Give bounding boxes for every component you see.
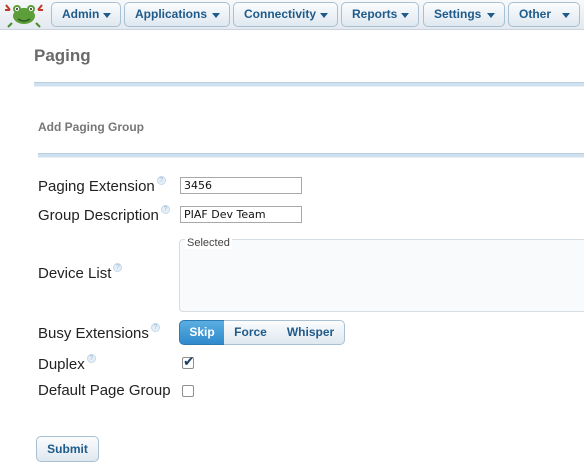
nav-menu-admin-label: Admin [62,7,100,21]
group-description-label-text: Group Description [38,207,159,224]
nav-menu-applications[interactable]: Applications [124,2,230,27]
device-list-legend: Selected [185,237,232,249]
nav-menu-connectivity-label: Connectivity [244,7,317,21]
nav-menu-reports[interactable]: Reports [341,2,419,27]
default-page-group-checkbox[interactable] [182,385,194,397]
caret-down-icon [320,13,328,18]
group-description-input[interactable] [180,206,302,223]
section-title: Add Paging Group [38,120,144,134]
paging-extension-label: Paging Extension? [38,176,166,195]
help-icon[interactable]: ? [156,176,166,185]
nav-menu-settings-label: Settings [434,7,482,21]
help-icon[interactable]: ? [86,354,96,363]
nav-menu-settings[interactable]: Settings [423,2,505,27]
frog-logo-icon[interactable] [2,1,46,28]
nav-menu-applications-label: Applications [135,7,208,21]
device-list-label: Device List? [38,263,123,282]
nav-menu-admin[interactable]: Admin [51,2,121,27]
group-description-label: Group Description? [38,205,170,224]
nav-menu-connectivity[interactable]: Connectivity [233,2,338,27]
nav-menu-reports-label: Reports [352,7,398,21]
help-icon[interactable]: ? [160,205,170,214]
busy-option-force[interactable]: Force [224,320,278,345]
divider [34,82,584,87]
paging-extension-input[interactable] [180,177,302,194]
duplex-label-text: Duplex [38,356,85,373]
duplex-checkbox[interactable]: ✔ [182,353,195,369]
caret-down-icon [562,13,570,18]
nav-menu-other[interactable]: Other [508,2,580,27]
device-list-label-text: Device List [38,265,112,282]
page-title: Paging [34,46,91,65]
divider [38,153,584,158]
help-icon[interactable]: ? [113,263,123,272]
default-page-group-label: Default Page Group [38,382,171,399]
top-nav-bar: Admin Applications Connectivity Reports … [0,0,584,30]
checkmark-icon: ✔ [183,353,195,369]
nav-menu-other-label: Other [519,7,552,21]
paging-extension-label-text: Paging Extension [38,178,155,195]
caret-down-icon [103,13,111,18]
device-list-selected-box[interactable]: Selected [179,237,584,312]
busy-option-whisper[interactable]: Whisper [277,320,345,345]
default-page-group-label-text: Default Page Group [38,382,171,399]
caret-down-icon [487,13,495,18]
busy-extensions-label: Busy Extensions? [38,323,160,342]
caret-down-icon [401,13,409,18]
busy-option-skip[interactable]: Skip [179,320,225,345]
duplex-label: Duplex? [38,354,96,373]
caret-down-icon [212,13,220,18]
submit-button[interactable]: Submit [36,436,99,462]
busy-extensions-label-text: Busy Extensions [38,325,149,342]
help-icon[interactable]: ? [150,323,160,332]
